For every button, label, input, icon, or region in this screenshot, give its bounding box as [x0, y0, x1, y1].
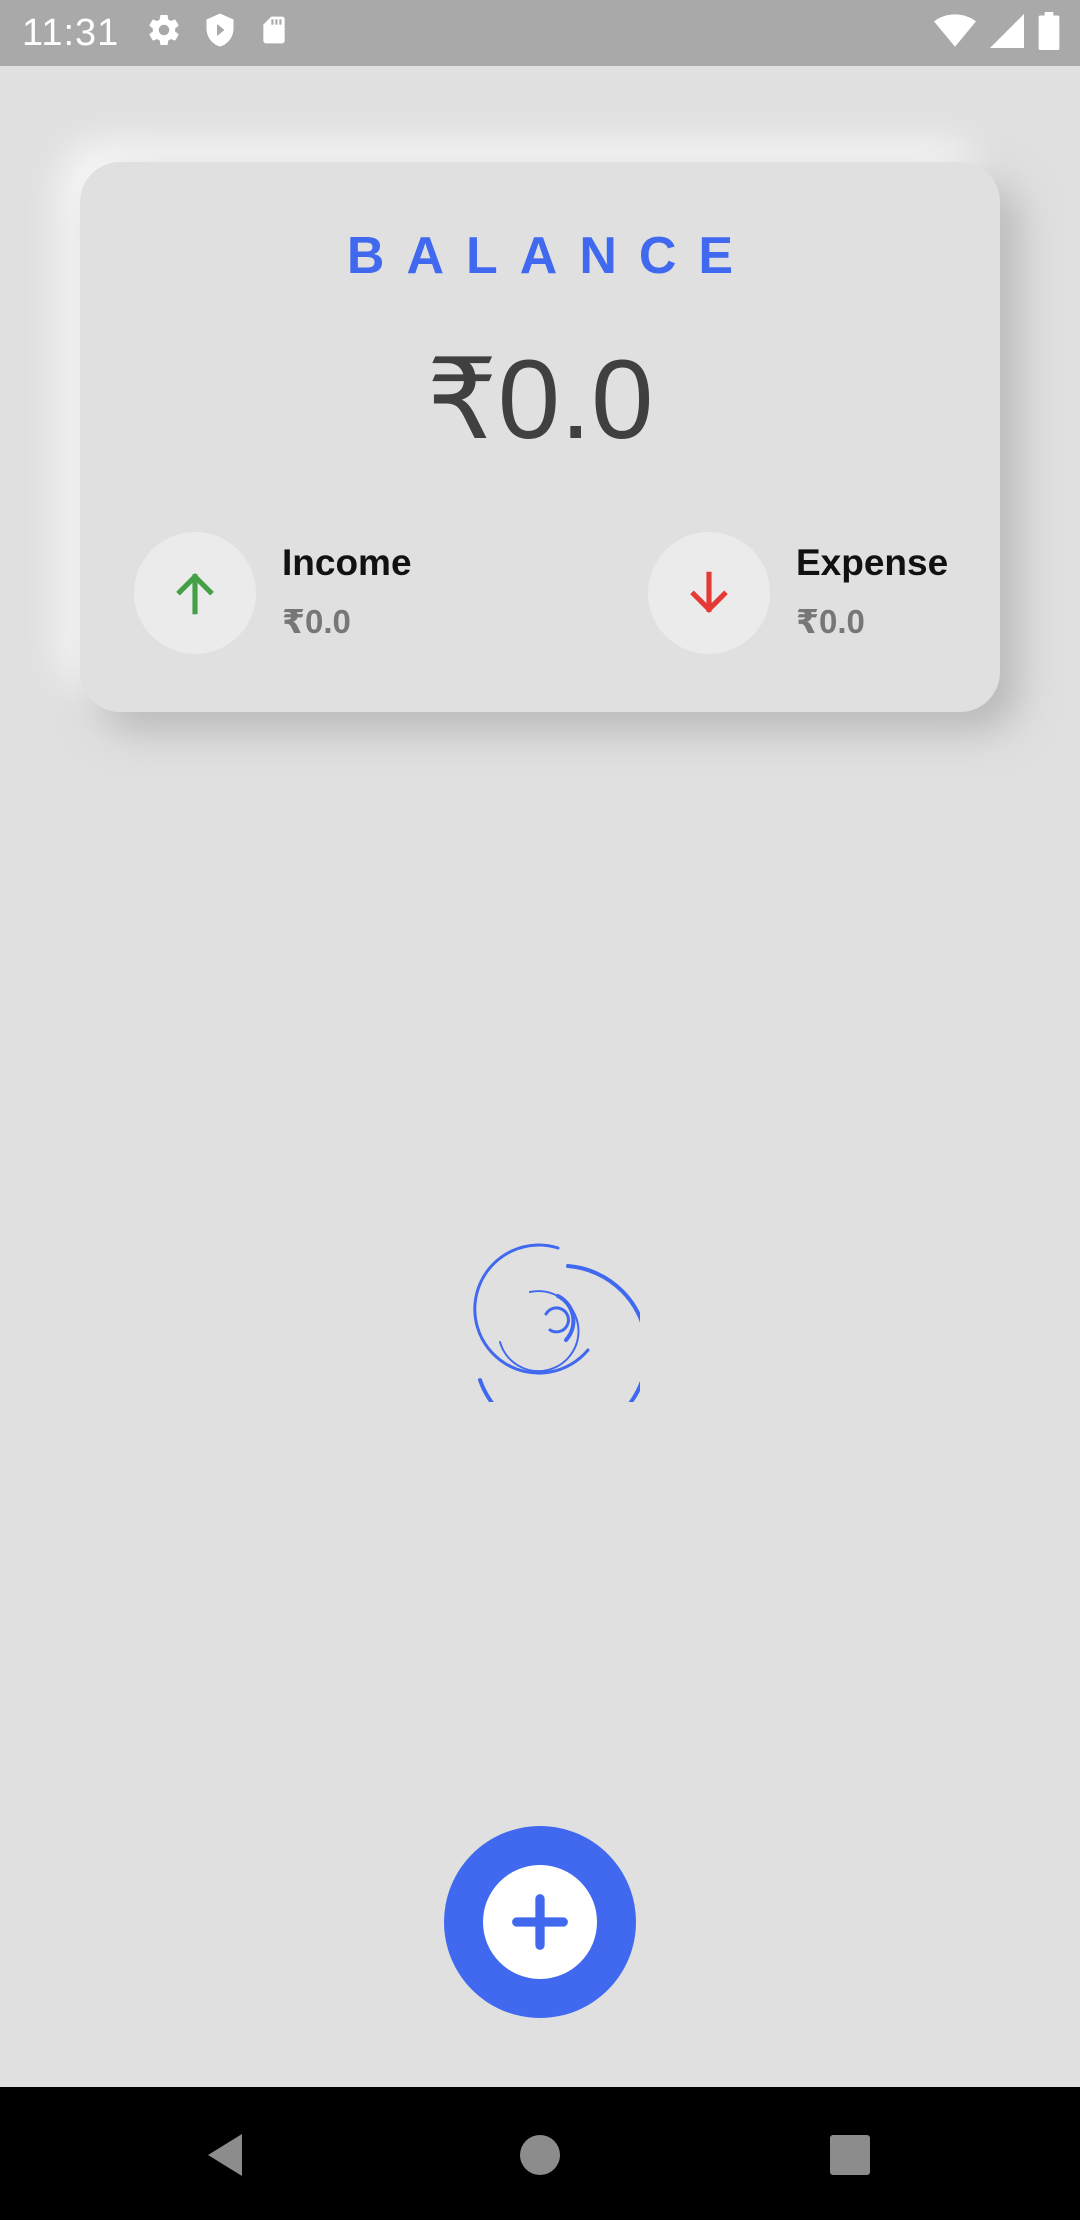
income-label: Income [282, 542, 412, 583]
balance-amount: ₹0.0 [426, 337, 654, 462]
balance-title: BALANCE [346, 227, 756, 285]
signal-icon [990, 13, 1024, 49]
recents-icon[interactable] [820, 2125, 880, 2185]
status-bar: 11:31 [0, 0, 1080, 66]
fab-inner-circle [483, 1865, 597, 1979]
battery-icon [1038, 12, 1060, 50]
arrow-up-icon [176, 573, 214, 615]
back-icon[interactable] [196, 2125, 256, 2185]
home-icon[interactable] [510, 2125, 570, 2185]
expense-label: Expense [796, 542, 949, 583]
expense-summary: Expense ₹0.0 [648, 532, 978, 656]
sd-card-icon [258, 12, 290, 48]
expense-icon-circle [648, 532, 770, 654]
gear-icon [146, 12, 182, 48]
arrow-down-icon [690, 571, 728, 613]
shield-icon [202, 12, 238, 48]
expense-value: ₹0.0 [796, 603, 865, 640]
income-value: ₹0.0 [282, 603, 351, 640]
navigation-bar [0, 2087, 1080, 2220]
plus-icon [512, 1894, 568, 1950]
income-summary: Income ₹0.0 [134, 532, 514, 656]
add-transaction-button[interactable] [444, 1826, 636, 2018]
status-time: 11:31 [22, 12, 120, 54]
balance-card: BALANCE ₹0.0 Income ₹0.0 Expense ₹0.0 [80, 162, 1000, 712]
income-icon-circle [134, 532, 256, 654]
loading-spinner-icon [460, 1222, 650, 1440]
wifi-icon [934, 13, 976, 49]
